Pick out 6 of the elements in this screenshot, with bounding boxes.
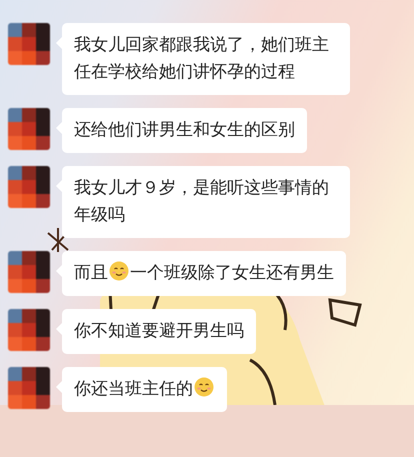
- message-bubble: 我女儿才９岁，是能听这些事情的年级吗: [62, 166, 350, 238]
- message-bubble: 而且 一个班级除了女生还有男生: [62, 251, 346, 296]
- message-bubble: 你还当班主任的: [62, 367, 227, 412]
- message-bubble: 我女儿回家都跟我说了，她们班主任在学校给她们讲怀孕的过程: [62, 23, 350, 95]
- message-bubble: 还给他们讲男生和女生的区别: [62, 108, 307, 153]
- message-bubble: 你不知道要避开男生吗: [62, 309, 256, 354]
